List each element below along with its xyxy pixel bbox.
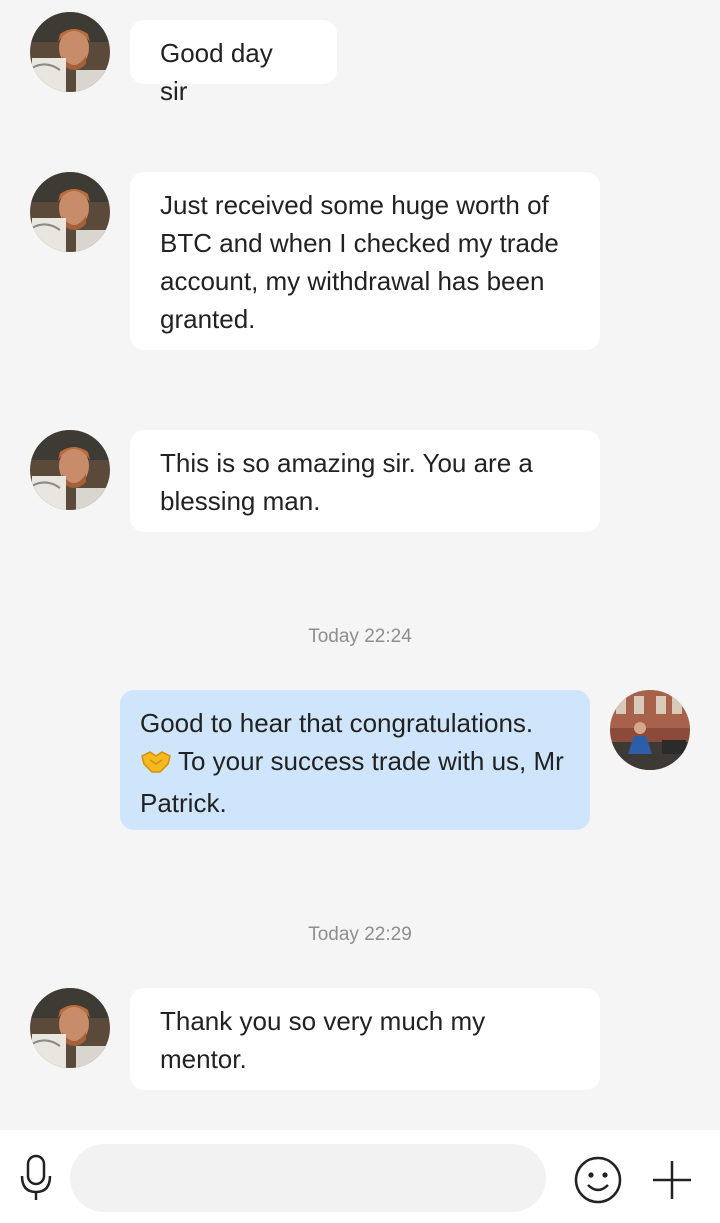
timestamp: Today 22:24 <box>308 626 412 647</box>
message-bubble[interactable]: Thank you so very much my mentor. <box>130 988 600 1090</box>
message-text: Just received some huge worth of BTC and… <box>160 190 559 334</box>
message-text-line2: To your success trade with us, Mr Patric… <box>140 742 570 822</box>
contact-avatar[interactable] <box>30 988 110 1068</box>
contact-avatar[interactable] <box>30 12 110 92</box>
chat-area: Good day sir Just received some huge wor… <box>0 0 720 1130</box>
contact-avatar[interactable] <box>30 430 110 510</box>
message-bubble[interactable]: Good day sir <box>130 20 337 106</box>
microphone-icon[interactable] <box>16 1154 56 1202</box>
timestamp: Today 22:29 <box>308 924 412 945</box>
contact-avatar[interactable] <box>30 172 110 252</box>
message-text: Good day sir <box>160 38 273 106</box>
message-input[interactable] <box>70 1144 546 1212</box>
message-bubble[interactable]: Good to hear that congratulations. To yo… <box>120 690 590 830</box>
handshake-icon <box>140 746 172 784</box>
message-bubble[interactable]: Just received some huge worth of BTC and… <box>130 172 600 350</box>
message-text: Thank you so very much my mentor. <box>160 1006 486 1074</box>
message-bubble[interactable]: This is so amazing sir. You are a blessi… <box>130 430 600 532</box>
message-text: To your success trade with us, Mr Patric… <box>140 746 564 818</box>
message-input-bar <box>0 1130 720 1223</box>
message-text: This is so amazing sir. You are a blessi… <box>160 448 533 516</box>
my-avatar[interactable] <box>610 690 690 770</box>
message-text-line1: Good to hear that congratulations. <box>140 708 534 738</box>
plus-icon[interactable] <box>650 1158 694 1202</box>
smiley-icon[interactable] <box>572 1154 624 1206</box>
